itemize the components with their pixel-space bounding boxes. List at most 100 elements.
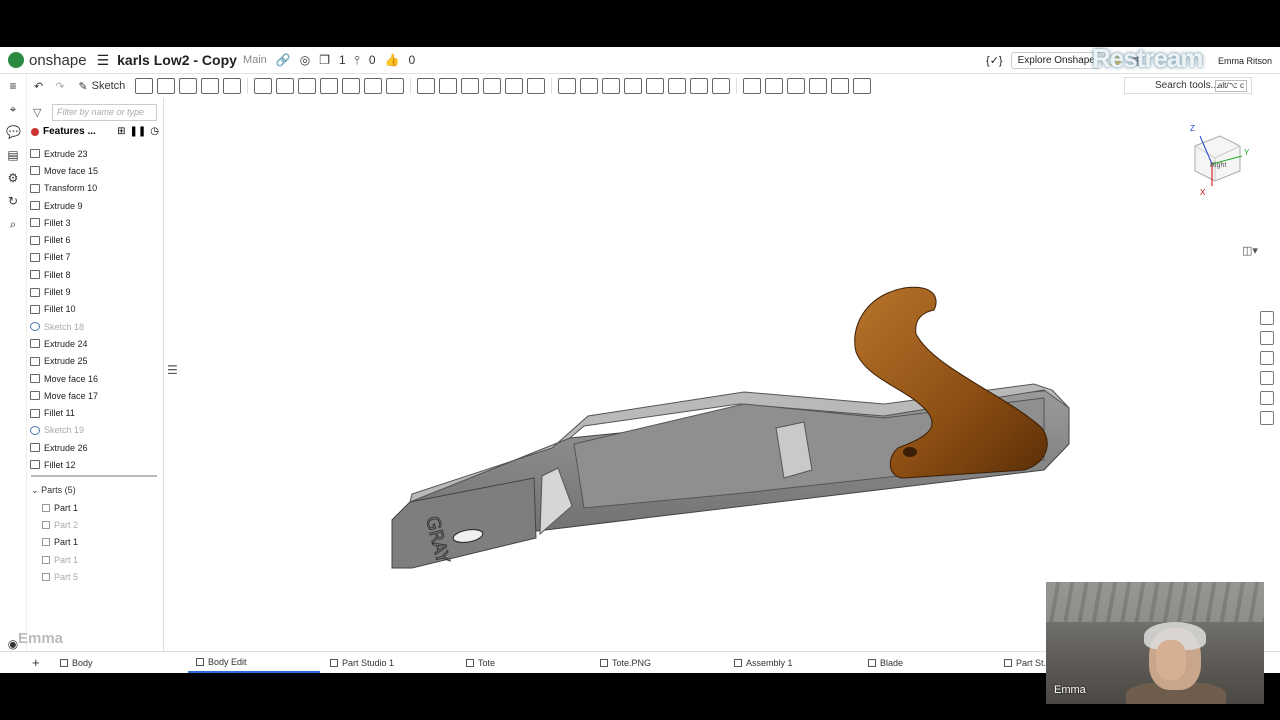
cut-list-icon[interactable] <box>831 78 850 94</box>
feature-item[interactable]: Fillet 11 <box>30 404 160 421</box>
search-icon[interactable]: ⌕ <box>6 217 20 231</box>
thicken-icon[interactable] <box>223 78 242 94</box>
sweep-icon[interactable] <box>179 78 198 94</box>
tab-assembly-1[interactable]: Assembly 1 <box>734 652 793 673</box>
feature-item[interactable]: Extrude 23 <box>30 145 160 162</box>
sheet-metal-icon[interactable] <box>743 78 762 94</box>
feature-item[interactable]: Fillet 9 <box>30 283 160 300</box>
view-options-icon[interactable]: ◫▾ <box>1242 244 1258 257</box>
link-icon[interactable]: 🔗 <box>276 53 291 67</box>
loft-icon[interactable] <box>201 78 220 94</box>
shell-icon[interactable] <box>342 78 361 94</box>
section-icon[interactable] <box>712 78 731 94</box>
rollback-icon[interactable]: ⊞ <box>117 126 125 137</box>
pause-icon[interactable]: ❚❚ <box>130 126 147 137</box>
graphics-area[interactable]: GRAY Z Y X Right ◫▾ <box>164 98 1258 651</box>
filter-input[interactable]: Filter by name or type <box>52 104 157 121</box>
split-icon[interactable] <box>483 78 502 94</box>
feature-item[interactable]: Extrude 9 <box>30 197 160 214</box>
offset-surface-icon[interactable] <box>602 78 621 94</box>
parts-header[interactable]: ⌄ Parts (5) <box>31 485 76 496</box>
flange-icon[interactable] <box>765 78 784 94</box>
plane-icon[interactable] <box>624 78 643 94</box>
versions-icon[interactable]: ❐ <box>319 53 330 67</box>
rib-icon[interactable] <box>320 78 339 94</box>
document-title[interactable]: karls Low2 - Copy <box>117 52 237 68</box>
feature-item[interactable]: Transform 10 <box>30 180 160 197</box>
part-item[interactable]: Part 5 <box>42 568 78 585</box>
feature-item[interactable]: Move face 17 <box>30 387 160 404</box>
custom-feature-icon[interactable] <box>853 78 872 94</box>
branch-icon[interactable]: ⫯ <box>355 53 360 68</box>
feature-item[interactable]: Extrude 26 <box>30 439 160 456</box>
globe-icon[interactable]: ◎ <box>300 53 310 67</box>
view-cube[interactable]: Z Y X Right <box>1170 116 1260 206</box>
replace-face-icon[interactable] <box>580 78 599 94</box>
properties-icon[interactable] <box>1260 351 1274 365</box>
appearance-icon[interactable] <box>1260 311 1274 325</box>
pattern-icon[interactable] <box>417 78 436 94</box>
explore-button[interactable]: Explore Onshape <box>1010 52 1102 69</box>
add-tab-icon[interactable]: + <box>32 655 40 670</box>
redo-icon[interactable]: ↷ <box>55 80 64 93</box>
search-tools-input[interactable]: Search tools... alt/⌥ c <box>1124 77 1252 94</box>
thread-icon[interactable] <box>386 78 405 94</box>
feature-item[interactable]: Move face 16 <box>30 370 160 387</box>
features-label[interactable]: Features ... <box>43 126 96 137</box>
onshape-logo-icon[interactable] <box>8 52 24 68</box>
part-item[interactable]: Part 2 <box>42 516 78 533</box>
hole-icon[interactable] <box>364 78 383 94</box>
tab-tote-png[interactable]: Tote.PNG <box>600 652 651 673</box>
feature-item[interactable]: Extrude 24 <box>30 335 160 352</box>
feature-item[interactable]: Extrude 25 <box>30 353 160 370</box>
feature-item[interactable]: Fillet 6 <box>30 231 160 248</box>
like-icon[interactable]: 👍 <box>385 53 400 67</box>
tab-blade[interactable]: Blade <box>868 652 903 673</box>
history-icon[interactable]: ↻ <box>6 194 20 208</box>
tab-part-studio-more[interactable]: Part St... <box>1004 652 1051 673</box>
user-name[interactable]: Emma Ritson <box>1218 56 1272 66</box>
feature-item[interactable]: Fillet 7 <box>30 249 160 266</box>
configurations-icon[interactable]: ⚙ <box>6 171 20 185</box>
feature-item[interactable]: Fillet 8 <box>30 266 160 283</box>
code-icon[interactable]: {✓} <box>986 54 1003 67</box>
sketch-button[interactable]: ✎ Sketch <box>78 80 125 93</box>
revolve-icon[interactable] <box>157 78 176 94</box>
feature-list-icon[interactable]: ≡ <box>6 79 20 93</box>
filter-icon[interactable]: ▽ <box>33 106 41 119</box>
feature-item[interactable]: Fillet 3 <box>30 214 160 231</box>
feature-item[interactable]: Move face 15 <box>30 162 160 179</box>
tab-body[interactable]: Body <box>60 652 93 673</box>
move-face-icon[interactable] <box>558 78 577 94</box>
fillet-icon[interactable] <box>254 78 273 94</box>
notes-icon[interactable]: ▤ <box>6 148 20 162</box>
feature-item[interactable]: Fillet 12 <box>30 456 160 473</box>
frame-icon[interactable] <box>809 78 828 94</box>
mirror-icon[interactable] <box>439 78 458 94</box>
parts-toggle-icon[interactable] <box>1260 331 1274 345</box>
delete-part-icon[interactable] <box>527 78 546 94</box>
tab-tote[interactable]: Tote <box>466 652 495 673</box>
boolean-icon[interactable] <box>461 78 480 94</box>
variable-icon[interactable] <box>668 78 687 94</box>
menu-icon[interactable]: ☰ <box>97 52 110 69</box>
undo-icon[interactable]: ↶ <box>34 80 43 93</box>
extrude-icon[interactable] <box>135 78 154 94</box>
bom-icon[interactable] <box>1260 411 1274 425</box>
draft-icon[interactable] <box>298 78 317 94</box>
part-item[interactable]: Part 1 <box>42 499 78 516</box>
feature-item[interactable]: Sketch 18 <box>30 318 160 335</box>
feature-item[interactable]: Sketch 19 <box>30 422 160 439</box>
timer-icon[interactable]: ◷ <box>150 126 159 137</box>
chamfer-icon[interactable] <box>276 78 295 94</box>
transform-icon[interactable] <box>505 78 524 94</box>
hand-plane-model[interactable]: GRAY <box>164 98 1256 651</box>
mass-properties-icon[interactable] <box>1260 371 1274 385</box>
comments-icon[interactable]: 💬 <box>6 125 21 139</box>
part-item[interactable]: Part 1 <box>42 534 78 551</box>
mate-connector-icon[interactable] <box>646 78 665 94</box>
tab-body-edit[interactable]: Body Edit <box>188 652 320 673</box>
bend-icon[interactable] <box>787 78 806 94</box>
feature-item[interactable]: Fillet 10 <box>30 301 160 318</box>
add-feature-icon[interactable]: ⌖ <box>6 102 20 116</box>
